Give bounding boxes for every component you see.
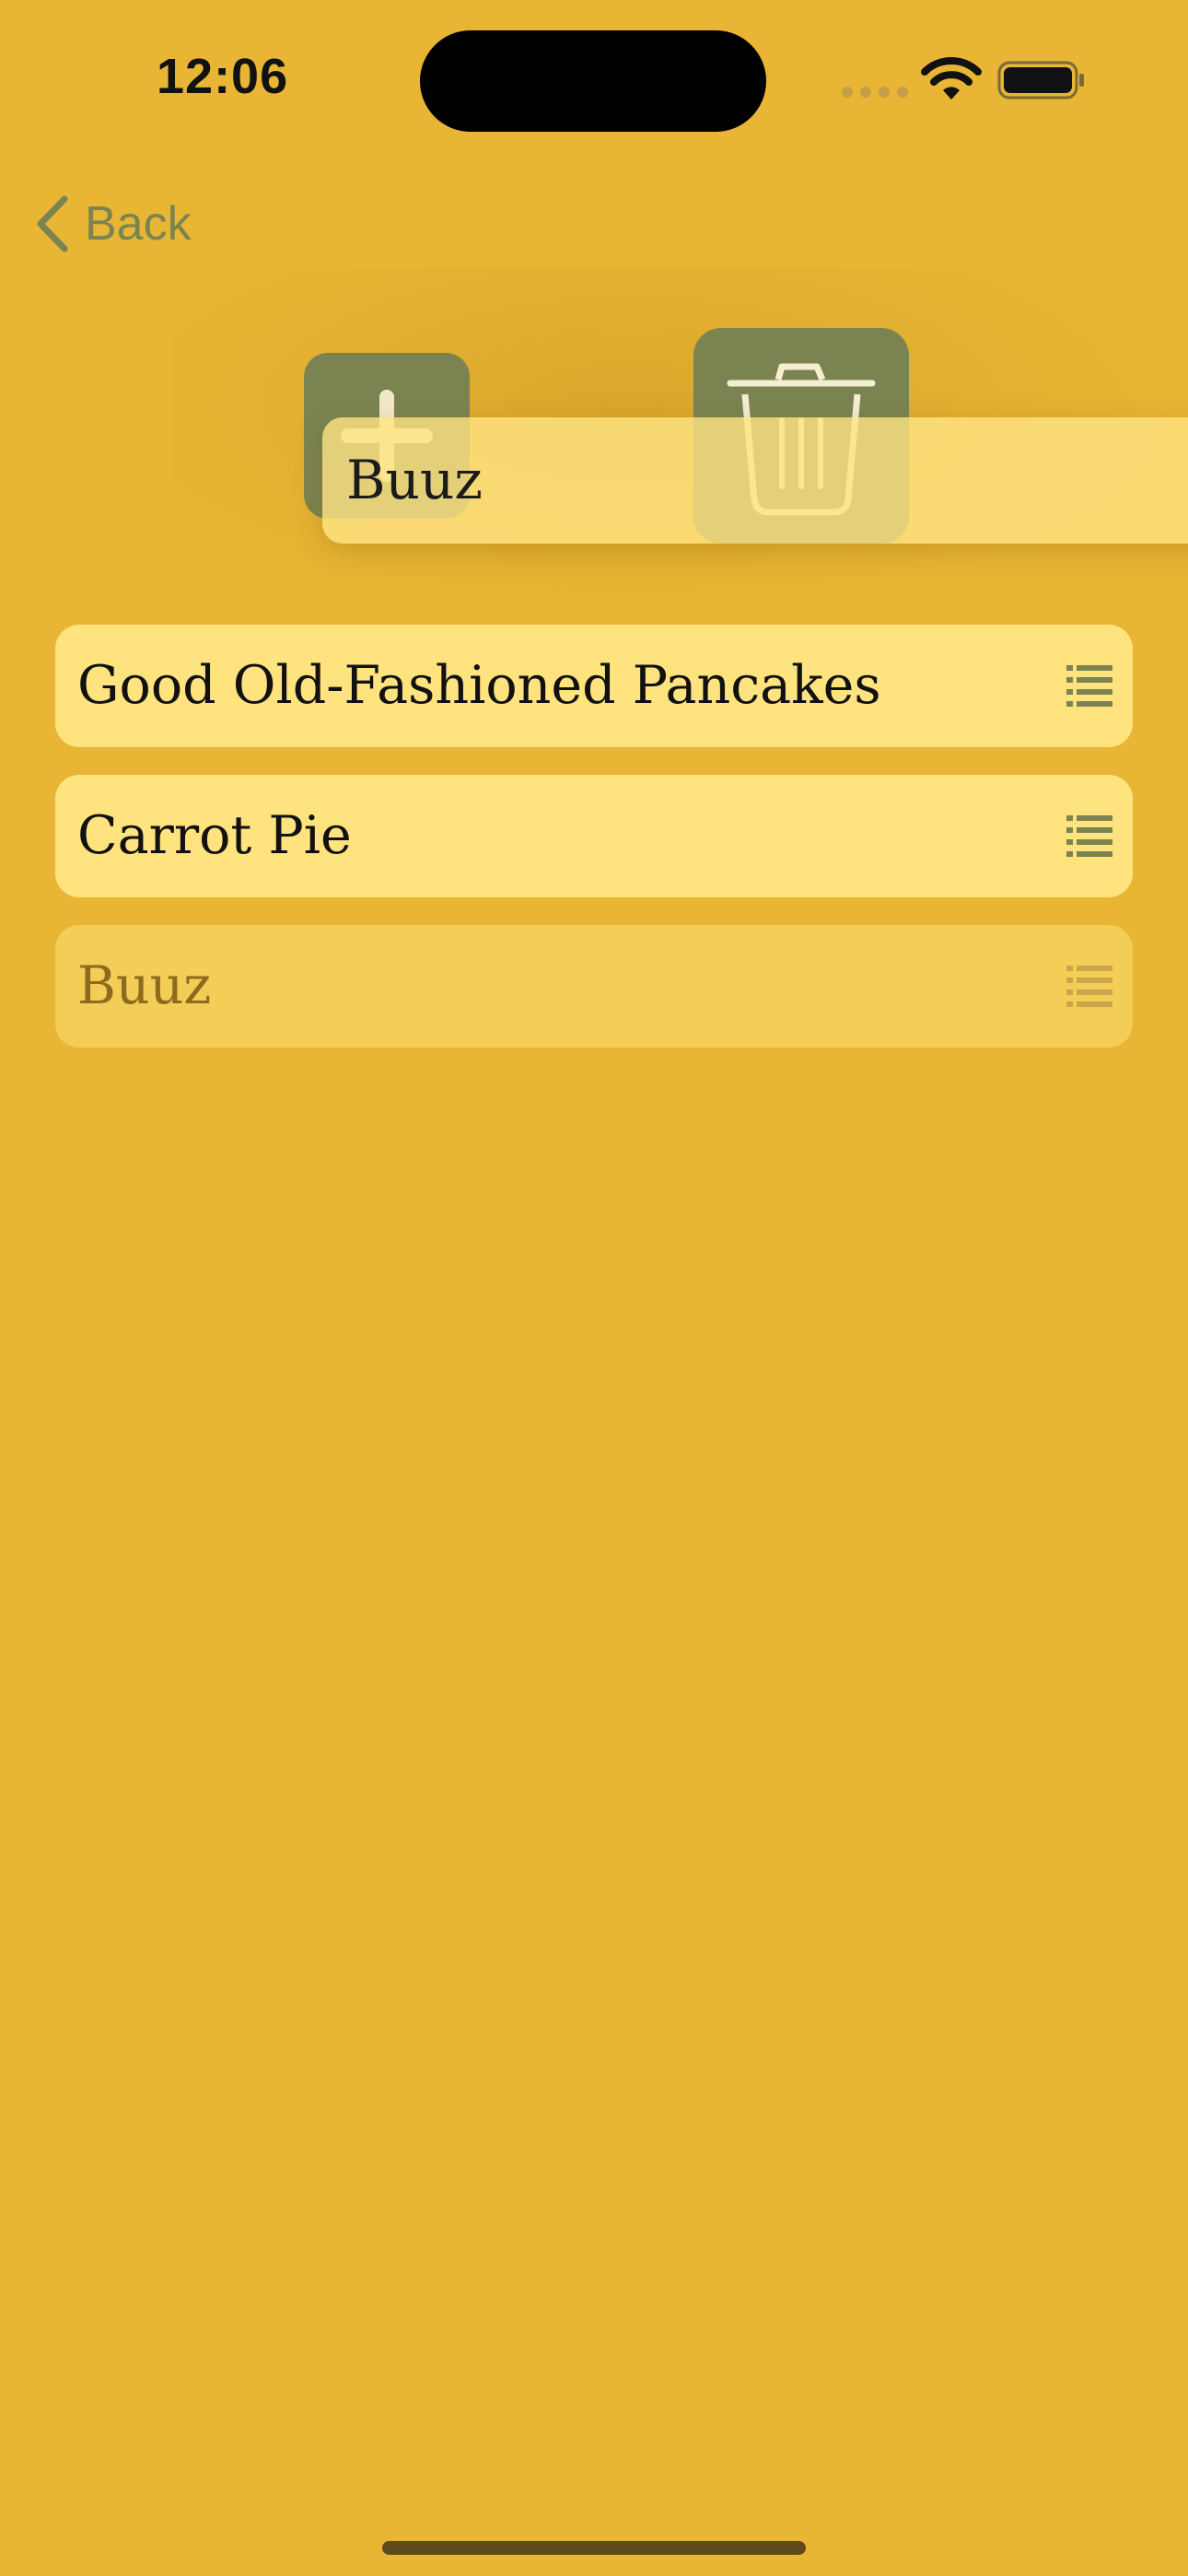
- recipe-row-drag-placeholder[interactable]: Buuz: [55, 925, 1133, 1048]
- recipe-list: Good Old-Fashioned Pancakes Carrot Pie B…: [55, 625, 1133, 1075]
- home-indicator: [382, 2541, 806, 2555]
- drag-preview-label: Buuz: [346, 449, 483, 511]
- recipe-title: Carrot Pie: [77, 805, 352, 866]
- status-time: 12:06: [157, 49, 289, 104]
- reorder-handle-icon[interactable]: [1066, 663, 1112, 708]
- reorder-handle-icon[interactable]: [1066, 964, 1112, 1008]
- cellular-signal-icon: [842, 87, 908, 98]
- recipe-row[interactable]: Good Old-Fashioned Pancakes: [55, 625, 1133, 747]
- battery-icon: [997, 61, 1084, 100]
- reorder-handle-icon[interactable]: [1066, 814, 1112, 858]
- recipe-title: Good Old-Fashioned Pancakes: [77, 655, 881, 716]
- recipe-title: Buuz: [77, 955, 212, 1016]
- chevron-left-icon: [37, 195, 68, 252]
- dynamic-island: [420, 30, 766, 132]
- back-button[interactable]: Back: [33, 192, 192, 256]
- wifi-icon: [921, 57, 982, 100]
- recipe-row[interactable]: Carrot Pie: [55, 775, 1133, 897]
- back-label: Back: [85, 197, 192, 251]
- drag-preview-row[interactable]: Buuz: [322, 417, 1188, 544]
